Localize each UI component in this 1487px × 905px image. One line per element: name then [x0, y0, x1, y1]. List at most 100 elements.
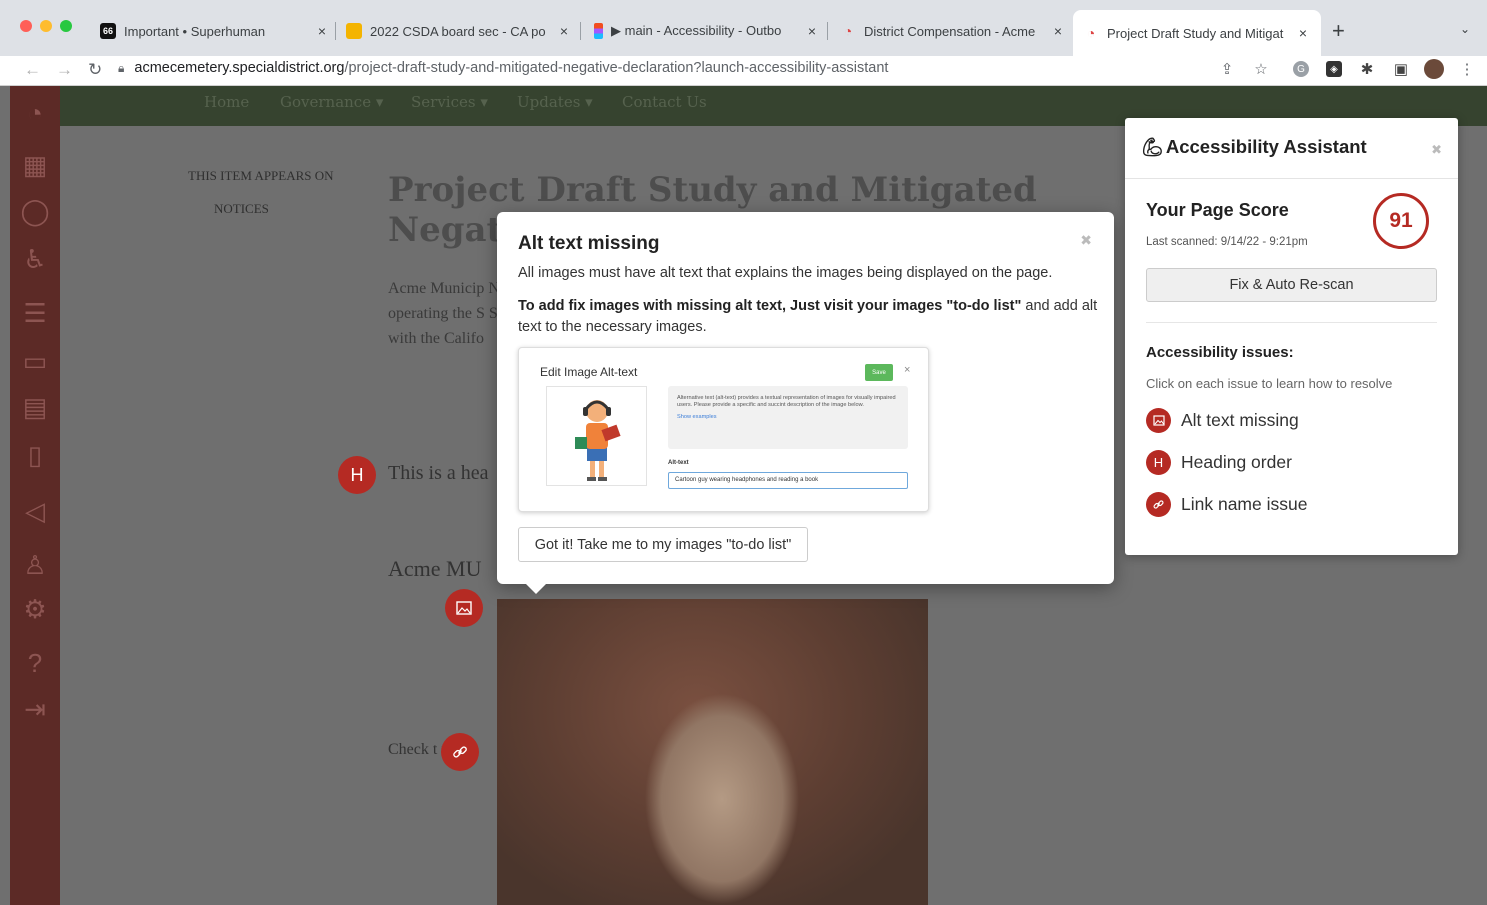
superhuman-icon: 66 — [100, 23, 116, 39]
browser-tab[interactable]: ▶ main - Accessibility - Outbo × — [594, 14, 820, 48]
list-icon[interactable]: ☰ — [18, 296, 52, 330]
gear-icon[interactable]: ⚙︎ — [18, 592, 52, 626]
browser-tab-active[interactable]: ◔ Project Draft Study and Mitigat × — [1073, 10, 1321, 56]
issue-alt-text[interactable]: Alt text missing — [1146, 407, 1299, 433]
browser-tab[interactable]: 66 Important • Superhuman × — [100, 14, 330, 48]
close-tab-icon[interactable]: × — [1050, 23, 1066, 39]
divider — [1146, 322, 1437, 323]
figma-icon — [594, 23, 603, 39]
browser-tab-bar: 66 Important • Superhuman × 2022 CSDA bo… — [0, 0, 1487, 56]
flexed-arm-icon: 💪︎ — [1141, 136, 1164, 157]
cartoon-image-thumbnail — [546, 386, 647, 486]
nav-services[interactable]: Services ▾ — [411, 93, 488, 111]
example-description: Alternative text (alt-text) provides a t… — [677, 395, 896, 408]
link-icon — [453, 746, 467, 758]
share-icon[interactable]: ⇪ — [1218, 60, 1236, 78]
close-tab-icon[interactable]: × — [556, 23, 572, 39]
kebab-menu-icon[interactable]: ⋮ — [1458, 60, 1476, 78]
tab-divider — [580, 22, 581, 40]
close-icon[interactable]: ✖ — [1431, 142, 1442, 158]
go-to-images-todo-button[interactable]: Got it! Take me to my images "to-do list… — [518, 527, 808, 562]
reload-icon[interactable]: ↻ — [88, 60, 102, 80]
close-tab-icon[interactable]: × — [314, 23, 330, 39]
issue-label: Link name issue — [1181, 493, 1308, 514]
issue-label: Alt text missing — [1181, 409, 1299, 430]
address-bar[interactable]: 🔒︎ acmecemetery.specialdistrict.org/proj… — [118, 56, 1278, 80]
bookmark-star-icon[interactable]: ☆ — [1252, 60, 1270, 78]
instructions-bold: To add fix images with missing alt text,… — [518, 298, 1022, 314]
sidepanel-icon[interactable]: ▣ — [1392, 60, 1410, 78]
tab-search-chevron-icon[interactable]: ⌄ — [1460, 22, 1470, 36]
user-icon[interactable]: ♙ — [18, 548, 52, 582]
page-score-badge: 91 — [1373, 193, 1429, 249]
popup-instructions: To add fix images with missing alt text,… — [518, 296, 1098, 338]
logo-icon[interactable]: ◔ — [18, 96, 52, 130]
finance-document-icon[interactable]: ▯ — [18, 438, 52, 472]
image-issue-marker[interactable] — [445, 589, 483, 627]
slides-icon — [346, 23, 362, 39]
nav-governance[interactable]: Governance ▾ — [280, 93, 383, 111]
close-tab-icon[interactable]: × — [804, 23, 820, 39]
panel-header: 💪︎ Accessibility Assistant ✖ — [1125, 118, 1458, 179]
edit-alt-text-example: Edit Image Alt-text Save × Alternative t… — [518, 347, 929, 512]
image-icon — [456, 601, 472, 615]
tab-divider — [335, 22, 336, 40]
nav-contact[interactable]: Contact Us — [622, 93, 707, 111]
close-window-button[interactable] — [20, 20, 32, 32]
chat-icon[interactable]: ▤ — [18, 390, 52, 424]
grammarly-extension-icon[interactable]: G — [1293, 61, 1309, 77]
panel-title-text: Accessibility Assistant — [1165, 136, 1367, 157]
tab-title: ▶ main - Accessibility - Outbo — [611, 23, 782, 38]
fix-rescan-button[interactable]: Fix & Auto Re-scan — [1146, 268, 1437, 302]
last-scanned: Last scanned: 9/14/22 - 9:21pm — [1146, 236, 1308, 248]
popup-title: Alt text missing — [518, 233, 660, 254]
new-tab-button[interactable]: + — [1332, 18, 1345, 44]
section-subheading: Acme MU — [388, 556, 482, 581]
browser-tab[interactable]: 2022 CSDA board sec - CA po × — [346, 14, 572, 48]
example-alt-label: Alt-text — [668, 460, 689, 466]
issue-heading-order[interactable]: H Heading order — [1146, 449, 1292, 475]
tab-title: 2022 CSDA board sec - CA po — [370, 23, 546, 39]
portrait-photo — [497, 599, 928, 905]
issues-heading: Accessibility issues: — [1146, 344, 1294, 361]
profile-avatar[interactable] — [1424, 59, 1444, 79]
tab-divider — [827, 22, 828, 40]
extension-icon[interactable]: ◈ — [1326, 61, 1342, 77]
megaphone-icon[interactable]: ◁ — [18, 494, 52, 528]
panel-title: 💪︎ Accessibility Assistant — [1141, 136, 1367, 158]
popup-description: All images must have alt text that expla… — [518, 265, 1053, 281]
help-icon[interactable]: ? — [18, 646, 52, 680]
back-arrow-icon[interactable]: ← — [24, 60, 41, 80]
url-host: acmecemetery.specialdistrict.org — [134, 60, 345, 76]
minimize-window-button[interactable] — [40, 20, 52, 32]
logout-icon[interactable]: ⇥ — [18, 692, 52, 726]
puzzle-icon[interactable]: ✱ — [1358, 60, 1376, 78]
link-issue-marker[interactable] — [441, 733, 479, 771]
example-save-button: Save — [865, 364, 893, 381]
folder-icon[interactable]: ▭ — [18, 344, 52, 378]
nav-updates[interactable]: Updates ▾ — [517, 93, 593, 111]
issue-link-name[interactable]: Link name issue — [1146, 491, 1307, 517]
check-circle-icon[interactable]: ◯ — [18, 194, 52, 228]
browser-toolbar: ← → ↻ 🔒︎ acmecemetery.specialdistrict.or… — [0, 56, 1487, 86]
zoom-window-button[interactable] — [60, 20, 72, 32]
issues-subtext: Click on each issue to learn how to reso… — [1146, 376, 1393, 391]
example-title: Edit Image Alt-text — [540, 365, 638, 379]
close-tab-icon[interactable]: × — [1295, 25, 1311, 41]
notices-link[interactable]: NOTICES — [214, 201, 269, 217]
heading-icon: H — [1146, 449, 1171, 475]
tab-title: Project Draft Study and Mitigat — [1107, 25, 1284, 41]
tab-title: District Compensation - Acme — [864, 23, 1036, 39]
example-description-box: Alternative text (alt-text) provides a t… — [668, 386, 908, 449]
forward-arrow-icon[interactable]: → — [56, 60, 73, 80]
browser-tab[interactable]: ◔ District Compensation - Acme × — [840, 14, 1066, 48]
cartoon-reader-icon — [575, 400, 621, 481]
example-show-examples: Show examples — [677, 414, 717, 420]
nav-home[interactable]: Home — [204, 93, 249, 111]
accessibility-assistant-panel: 💪︎ Accessibility Assistant ✖ Your Page S… — [1125, 118, 1458, 555]
close-icon[interactable]: ✖ — [1080, 232, 1092, 249]
heading-sample: This is a hea — [388, 462, 489, 484]
accessibility-icon[interactable]: ♿︎ — [18, 242, 52, 276]
agenda-icon[interactable]: ▦ — [18, 148, 52, 182]
heading-issue-marker[interactable]: H — [338, 456, 376, 494]
